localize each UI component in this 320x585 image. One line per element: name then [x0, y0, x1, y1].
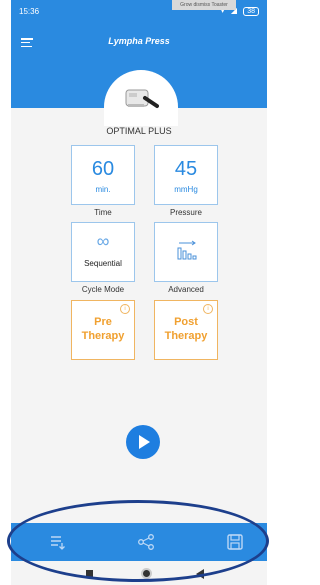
bottom-toolbar — [11, 523, 267, 561]
post-therapy-tile[interactable]: i Post Therapy — [154, 300, 218, 360]
recent-apps-button[interactable] — [86, 570, 93, 577]
pressure-value: 45 — [174, 158, 198, 180]
advanced-settings-icon — [177, 240, 197, 260]
list-icon[interactable] — [47, 532, 67, 552]
advanced-label: Advanced — [168, 285, 204, 294]
info-icon[interactable]: i — [120, 304, 130, 314]
info-icon[interactable]: i — [203, 304, 213, 314]
device-icon — [125, 89, 159, 108]
save-icon[interactable] — [225, 532, 245, 552]
pressure-tile[interactable]: 45 mmHg — [154, 145, 218, 205]
cycle-mode-tile[interactable]: ∞ Sequential — [71, 222, 135, 282]
time-value: 60 — [91, 158, 115, 180]
infinity-icon: ∞ — [96, 231, 110, 251]
battery-indicator: 38 — [243, 7, 259, 16]
device-name: OPTIMAL PLUS — [106, 126, 172, 136]
back-button[interactable] — [196, 569, 204, 579]
post-therapy-line1: Post — [174, 316, 198, 328]
pre-therapy-line1: Pre — [94, 316, 112, 328]
phone-screen: 15:36 ▾ ◢ 38 Grow dismiss Toaster Lympha… — [11, 0, 267, 585]
pressure-label: Pressure — [169, 208, 202, 217]
share-icon[interactable] — [136, 532, 156, 552]
home-button[interactable] — [141, 568, 152, 579]
pre-therapy-tile[interactable]: i Pre Therapy — [71, 300, 135, 360]
advanced-tile[interactable] — [154, 222, 218, 282]
pressure-unit: mmHg — [174, 185, 198, 194]
post-therapy-line2: Therapy — [164, 330, 208, 342]
toast-message: Grow dismiss Toaster — [172, 0, 236, 10]
cycle-mode-label: Cycle Mode — [81, 285, 125, 294]
system-nav-bar — [11, 561, 267, 585]
status-time: 15:36 — [19, 7, 40, 16]
app-logo: Lympha Press — [108, 36, 170, 46]
play-button[interactable] — [126, 425, 160, 459]
time-tile[interactable]: 60 min. — [71, 145, 135, 205]
time-unit: min. — [95, 185, 111, 194]
cycle-mode-value: Sequential — [84, 259, 122, 268]
time-label: Time — [94, 208, 112, 217]
pre-therapy-line2: Therapy — [81, 330, 125, 342]
